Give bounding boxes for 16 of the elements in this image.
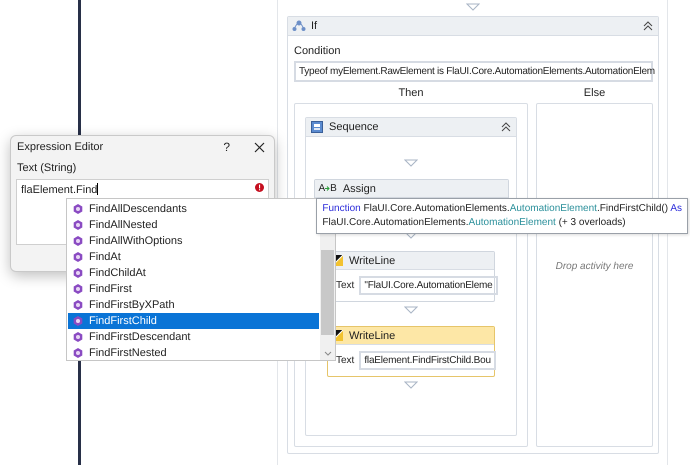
dialog-title: Expression Editor — [17, 141, 104, 153]
expression-text: flaElement.Find — [21, 183, 100, 196]
text-label: Text — [336, 280, 354, 291]
signature-text: FlaUI.Core.AutomationElements.AutomationElement (+ 3 overloads) — [322, 216, 627, 230]
text-label: Text — [336, 355, 354, 366]
field-label: Text (String) — [16, 162, 78, 174]
activity-title: Assign — [342, 182, 376, 194]
branch-label: Else — [584, 87, 606, 99]
branch-label: Then — [398, 87, 424, 99]
signature-text: Function FlaUI.Core.AutomationElements.AutomationElement.FindFirstChild() As — [322, 202, 682, 216]
if-title: If — [311, 20, 318, 32]
activity-title: WriteLine — [349, 330, 396, 342]
sequence-title: Sequence — [329, 121, 379, 133]
drop-hint: Drop activity here — [556, 261, 634, 272]
condition-label: Condition — [294, 45, 342, 57]
activity-title: WriteLine — [349, 254, 396, 266]
